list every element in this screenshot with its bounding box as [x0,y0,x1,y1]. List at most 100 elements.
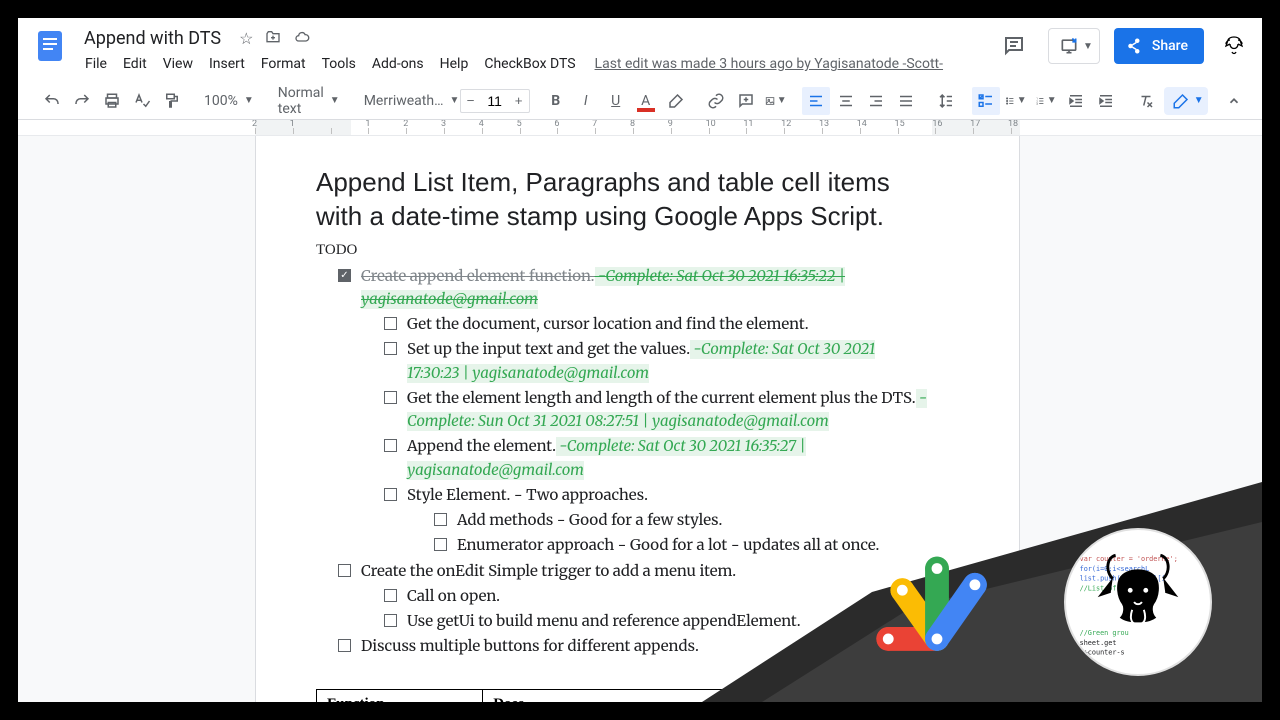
checklist[interactable]: Create append element function. -Complet… [316,265,929,659]
checklist-item[interactable]: Discuss multiple buttons for different a… [338,635,929,658]
bulleted-list-button[interactable]: ▼ [1002,87,1030,115]
align-left-button[interactable] [802,87,830,115]
menu-edit[interactable]: Edit [116,52,154,76]
checklist-text[interactable]: Create append element function. -Complet… [361,265,929,312]
checkbox[interactable] [384,439,397,452]
increase-indent-button[interactable] [1092,87,1120,115]
hide-menus-button[interactable] [1220,87,1248,115]
docs-logo[interactable] [30,26,70,66]
checkbox[interactable] [434,538,447,551]
checklist-item[interactable]: Call on open. [384,585,929,608]
comments-button[interactable] [994,26,1034,66]
checklist-text[interactable]: Append the element. -Complete: Sat Oct 3… [407,435,929,482]
account-avatar[interactable] [1218,30,1250,62]
checklist-item[interactable]: Create append element function. -Complet… [338,265,929,312]
last-edit-link[interactable]: Last edit was made 3 hours ago by Yagisa… [595,56,943,72]
present-button[interactable]: ▼ [1048,28,1100,64]
align-center-button[interactable] [832,87,860,115]
menu-insert[interactable]: Insert [202,52,252,76]
line-spacing-button[interactable] [932,87,960,115]
checkbox[interactable] [384,317,397,330]
font-size-input[interactable] [481,93,509,109]
checkbox[interactable] [384,488,397,501]
checkbox[interactable] [338,564,351,577]
table-header[interactable]: Does [483,689,929,702]
checklist-text[interactable]: Create the onEdit Simple trigger to add … [361,560,929,583]
checklist-text[interactable]: Call on open. [407,585,929,608]
checklist-text[interactable]: Use getUi to build menu and reference ap… [407,610,929,633]
font-size-control[interactable]: − + [460,89,530,113]
todo-label[interactable]: TODO [316,242,929,259]
share-button[interactable]: Share [1114,28,1204,64]
underline-button[interactable]: U [602,87,630,115]
italic-button[interactable]: I [572,87,600,115]
paragraph-style-dropdown[interactable]: Normal text▼ [272,87,346,115]
checklist-item[interactable]: Use getUi to build menu and reference ap… [384,610,929,633]
align-right-button[interactable] [862,87,890,115]
toolbar: 100%▼ Normal text▼ Merriweath…▼ − + B I … [18,82,1262,120]
checklist-text[interactable]: Get the element length and length of the… [407,387,929,434]
cloud-status-icon[interactable] [293,29,311,48]
text-color-button[interactable]: A [632,87,660,115]
move-icon[interactable] [265,29,281,48]
editing-mode-button[interactable]: ▼ [1164,87,1208,115]
menu-help[interactable]: Help [433,52,476,76]
function-table[interactable]: FunctionDoes onOpenA simple trigger that… [316,689,929,702]
menu-tools[interactable]: Tools [315,52,363,76]
title-area: Append with DTS ☆ File Edit View Insert … [78,26,943,78]
checkbox[interactable] [384,342,397,355]
checkbox[interactable] [384,589,397,602]
zoom-dropdown[interactable]: 100%▼ [198,87,260,115]
checklist-button[interactable] [972,87,1000,115]
checklist-text[interactable]: Enumerator approach - Good for a lot - u… [457,534,929,557]
checklist-item[interactable]: Set up the input text and get the values… [384,338,929,385]
checklist-item[interactable]: Get the document, cursor location and fi… [384,313,929,336]
checklist-item[interactable]: Get the element length and length of the… [384,387,929,434]
checkbox[interactable] [384,614,397,627]
menu-view[interactable]: View [156,52,200,76]
menu-file[interactable]: File [78,52,114,76]
align-justify-button[interactable] [892,87,920,115]
svg-text:sheet.get: sheet.get [1080,639,1117,647]
checklist-text[interactable]: Discuss multiple buttons for different a… [361,635,929,658]
ruler[interactable]: 21123456789101112131415161718 [18,120,1262,136]
undo-button[interactable] [38,87,66,115]
add-comment-button[interactable] [732,87,760,115]
checklist-item[interactable]: Add methods - Good for a few styles. [434,509,929,532]
redo-button[interactable] [68,87,96,115]
font-size-increase[interactable]: + [509,89,529,113]
decrease-indent-button[interactable] [1062,87,1090,115]
checklist-item[interactable]: Append the element. -Complete: Sat Oct 3… [384,435,929,482]
font-dropdown[interactable]: Merriweath…▼ [358,87,448,115]
bold-button[interactable]: B [542,87,570,115]
checklist-text[interactable]: Set up the input text and get the values… [407,338,929,385]
checkbox[interactable] [384,391,397,404]
highlight-button[interactable] [662,87,690,115]
menu-format[interactable]: Format [254,52,313,76]
paint-format-button[interactable] [158,87,186,115]
yagisanatode-avatar: var counter = 'orderHe'; for(i=0;i<searc… [1064,528,1212,676]
clear-formatting-button[interactable] [1132,87,1160,115]
checklist-text[interactable]: Add methods - Good for a few styles. [457,509,929,532]
insert-image-button[interactable]: ▼ [762,87,790,115]
checkbox[interactable] [338,269,351,282]
checklist-item[interactable]: Create the onEdit Simple trigger to add … [338,560,929,583]
font-size-decrease[interactable]: − [461,89,481,113]
document-heading[interactable]: Append List Item, Paragraphs and table c… [316,166,929,234]
menu-addons[interactable]: Add-ons [365,52,431,76]
insert-link-button[interactable] [702,87,730,115]
checklist-text[interactable]: Get the document, cursor location and fi… [407,313,929,336]
checkbox[interactable] [434,513,447,526]
document-title[interactable]: Append with DTS [78,26,227,51]
checklist-item[interactable]: Enumerator approach - Good for a lot - u… [434,534,929,557]
document-area[interactable]: Append List Item, Paragraphs and table c… [18,136,1262,702]
checklist-text[interactable]: Style Element. - Two approaches. [407,484,929,507]
checkbox[interactable] [338,639,351,652]
table-header[interactable]: Function [317,689,483,702]
print-button[interactable] [98,87,126,115]
menu-checkbox-dts[interactable]: CheckBox DTS [477,52,582,76]
checklist-item[interactable]: Style Element. - Two approaches. [384,484,929,507]
numbered-list-button[interactable]: 123▼ [1032,87,1060,115]
spellcheck-button[interactable] [128,87,156,115]
star-icon[interactable]: ☆ [239,29,253,48]
